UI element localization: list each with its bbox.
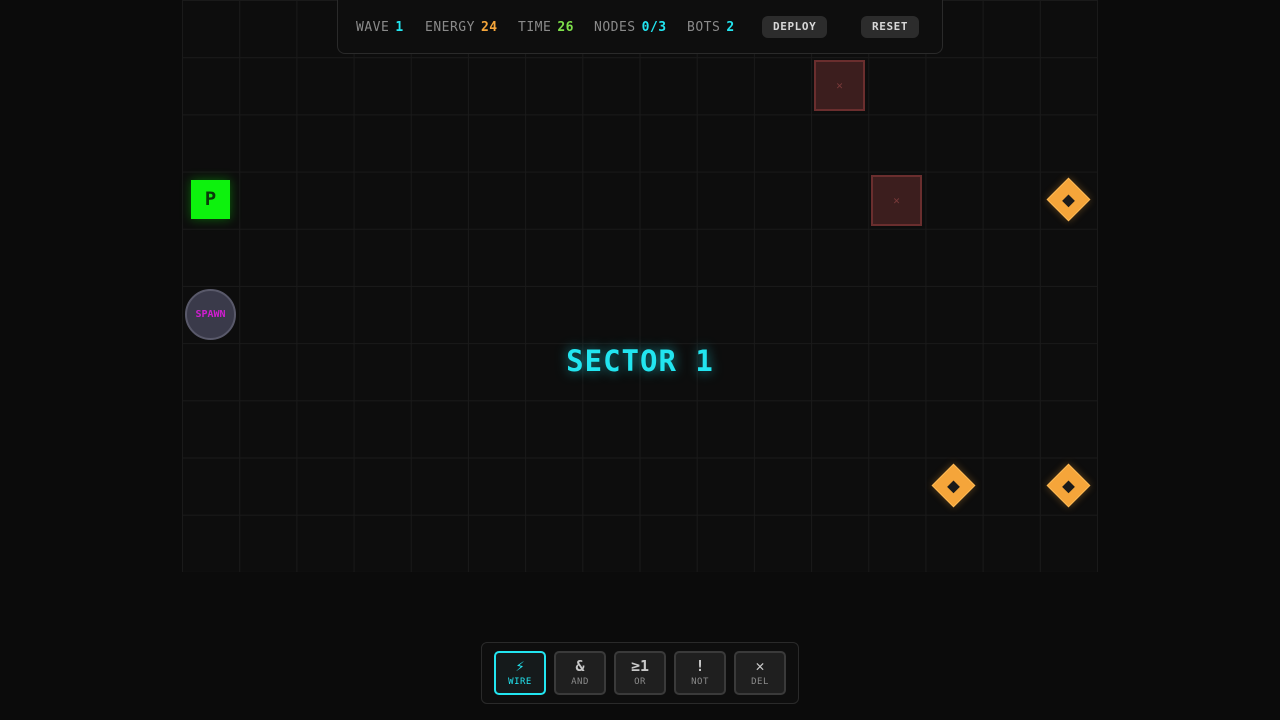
time-label: TIME [518,20,552,35]
bots-value: 2 [726,20,735,35]
deploy-button[interactable]: DEPLOY [762,16,828,38]
player-unit[interactable]: P [191,180,230,219]
tool-delete[interactable]: ✕ DEL [734,651,786,695]
bots-stat: BOTS 2 [687,20,735,35]
tool-label: WIRE [508,677,532,687]
energy-label: ENERGY [425,20,475,35]
tool-label: NOT [691,677,709,687]
tool-label: AND [571,677,589,687]
energy-value: 24 [480,20,498,35]
tool-label: OR [634,677,646,687]
tool-label: DEL [751,677,769,687]
spawn-point[interactable]: SPAWN [185,289,236,340]
time-value: 26 [557,20,574,35]
bots-label: BOTS [687,20,721,35]
exclamation-icon: ! [695,657,705,675]
bolt-icon: ⚡ [515,657,525,675]
wave-label: WAVE [356,20,390,35]
ge-one-icon: ≥1 [630,657,650,675]
nodes-label: NODES [594,20,636,35]
blocked-cell: ✕ [814,60,865,111]
sector-banner: SECTOR 1 [566,344,714,378]
blocked-cell: ✕ [871,175,922,226]
close-icon: ✕ [755,657,765,675]
wave-stat: WAVE 1 [356,20,404,35]
tool-palette: ⚡ WIRE & AND ≥1 OR ! NOT ✕ DEL [481,642,799,704]
time-stat: TIME 26 [518,20,574,35]
nodes-stat: NODES 0/3 [594,20,667,35]
status-bar: WAVE 1 ENERGY 24 TIME 26 NODES 0/3 BOTS 2 DEP… [337,0,943,54]
tool-or[interactable]: ≥1 OR [614,651,666,695]
tool-and[interactable]: & AND [554,651,606,695]
energy-stat: ENERGY 24 [425,20,498,35]
reset-button[interactable]: RESET [861,16,920,38]
tool-wire[interactable]: ⚡ WIRE [494,651,546,695]
wave-value: 1 [395,20,404,35]
tool-not[interactable]: ! NOT [674,651,726,695]
ampersand-icon: & [575,657,585,675]
game-stage: WAVE 1 ENERGY 24 TIME 26 NODES 0/3 BOTS 2 DEP… [0,0,1280,720]
nodes-value: 0/3 [641,20,667,35]
